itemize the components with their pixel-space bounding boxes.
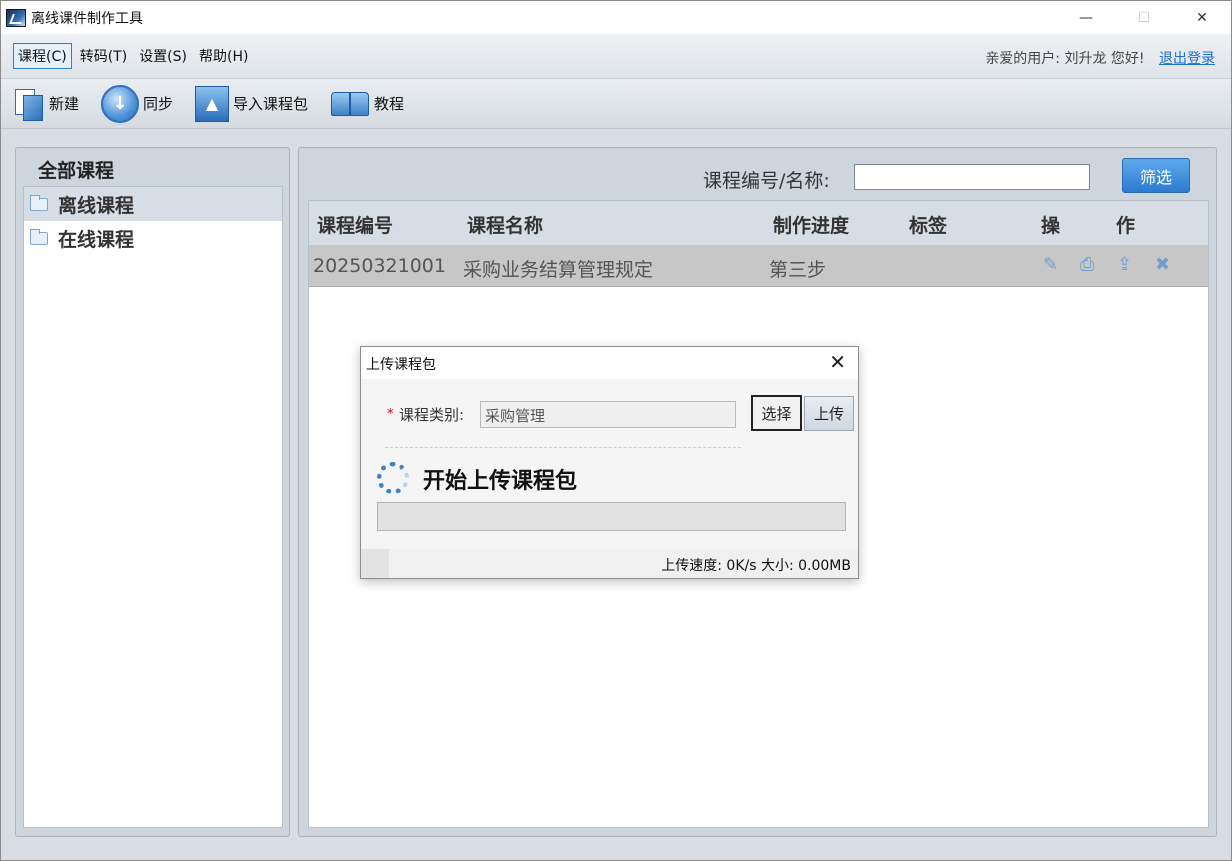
tree-item-label: 在线课程	[58, 228, 135, 251]
upload-speed-text: 上传速度: 0K/s 大小: 0.00MB	[661, 558, 851, 574]
tree-item-label: 离线课程	[58, 194, 135, 217]
cell-course-id: 20250321001	[313, 255, 446, 277]
book-icon	[330, 90, 370, 118]
header-actions-1: 操	[1041, 215, 1061, 237]
close-window-icon[interactable]: ✕	[1173, 1, 1231, 34]
minimize-icon[interactable]: —	[1057, 1, 1115, 34]
menu-transcode[interactable]: 转码(T)	[76, 44, 131, 68]
menu-course[interactable]: 课程(C)	[13, 43, 72, 69]
import-button[interactable]: ▲ 导入课程包	[195, 85, 309, 122]
menu-bar: 课程(C) 转码(T) 设置(S) 帮助(H) 亲爱的用户: 刘升龙 您好! 退…	[1, 34, 1231, 79]
preview-icon[interactable]: ⎙	[1080, 254, 1094, 275]
required-mark: *	[387, 407, 394, 422]
folder-icon	[30, 194, 48, 211]
header-course-id: 课程编号	[317, 215, 394, 237]
menu-settings[interactable]: 设置(S)	[135, 44, 191, 68]
upload-dialog: 上传课程包 ✕ * 课程类别: 采购管理 选择 上传 开始上传课程包 上传速度:…	[360, 346, 859, 579]
tree-item-online[interactable]: 在线课程	[24, 221, 282, 255]
sync-button[interactable]: ↓ 同步	[101, 84, 174, 123]
menu-help[interactable]: 帮助(H)	[195, 44, 252, 68]
import-icon: ▲	[195, 85, 230, 122]
dialog-title: 上传课程包	[366, 357, 436, 373]
cell-progress: 第三步	[769, 259, 827, 281]
header-tag: 标签	[909, 215, 948, 237]
user-area: 亲爱的用户: 刘升龙 您好! 退出登录	[985, 48, 1215, 68]
category-label: 课程类别:	[399, 406, 465, 424]
filter-button[interactable]: 筛选	[1122, 158, 1190, 193]
filter-label: 课程编号/名称:	[703, 170, 830, 192]
table-row[interactable]: 20250321001 采购业务结算管理规定 第三步 ✎ ⎙ ⇪ ✖	[309, 245, 1208, 287]
tutorial-label: 教程	[374, 95, 405, 113]
tutorial-button[interactable]: 教程	[330, 90, 404, 118]
window-controls: — ☐ ✕	[1057, 1, 1231, 34]
header-actions-2: 作	[1116, 215, 1136, 237]
app-window: 离线课件制作工具 — ☐ ✕ 课程(C) 转码(T) 设置(S) 帮助(H) 亲…	[0, 0, 1232, 861]
window-title: 离线课件制作工具	[31, 10, 143, 27]
import-label: 导入课程包	[233, 95, 309, 113]
sync-icon: ↓	[101, 84, 140, 123]
logout-link[interactable]: 退出登录	[1159, 51, 1215, 67]
new-button[interactable]: 新建	[13, 87, 79, 121]
title-bar: 离线课件制作工具 — ☐ ✕	[1, 1, 1231, 34]
delete-icon[interactable]: ✖	[1155, 254, 1170, 275]
upload-status-heading: 开始上传课程包	[423, 468, 578, 494]
new-label: 新建	[49, 95, 80, 113]
maximize-icon[interactable]: ☐	[1115, 1, 1173, 34]
sync-label: 同步	[143, 95, 174, 113]
new-document-icon	[13, 87, 45, 121]
divider	[385, 447, 741, 448]
tree-item-offline[interactable]: 离线课程	[24, 187, 282, 221]
dialog-status-bar: 上传速度: 0K/s 大小: 0.00MB	[361, 549, 858, 578]
filter-input[interactable]	[854, 164, 1090, 190]
select-button[interactable]: 选择	[751, 395, 802, 431]
user-greeting: 亲爱的用户: 刘升龙 您好!	[985, 51, 1145, 67]
cell-course-name: 采购业务结算管理规定	[463, 259, 654, 281]
upload-progress-bar	[377, 502, 846, 531]
close-icon[interactable]: ✕	[829, 350, 846, 374]
header-progress: 制作进度	[773, 215, 850, 237]
dialog-body: * 课程类别: 采购管理 选择 上传 开始上传课程包	[361, 379, 858, 549]
status-grip	[361, 549, 389, 578]
course-tree-panel: 全部课程 离线课程 在线课程	[15, 147, 290, 837]
folder-icon	[30, 228, 48, 245]
edit-icon[interactable]: ✎	[1043, 254, 1058, 275]
upload-button[interactable]: 上传	[804, 396, 854, 431]
upload-icon[interactable]: ⇪	[1117, 254, 1132, 275]
app-logo-icon	[6, 8, 26, 27]
course-tree: 离线课程 在线课程	[23, 186, 283, 828]
header-course-name: 课程名称	[467, 215, 544, 237]
category-field[interactable]: 采购管理	[480, 401, 736, 428]
toolbar: 新建 ↓ 同步 ▲ 导入课程包 教程	[1, 79, 1231, 129]
table-header: 课程编号 课程名称 制作进度 标签 操 作	[309, 201, 1208, 245]
loading-spinner-icon	[377, 462, 409, 494]
tree-title: 全部课程	[38, 160, 115, 182]
